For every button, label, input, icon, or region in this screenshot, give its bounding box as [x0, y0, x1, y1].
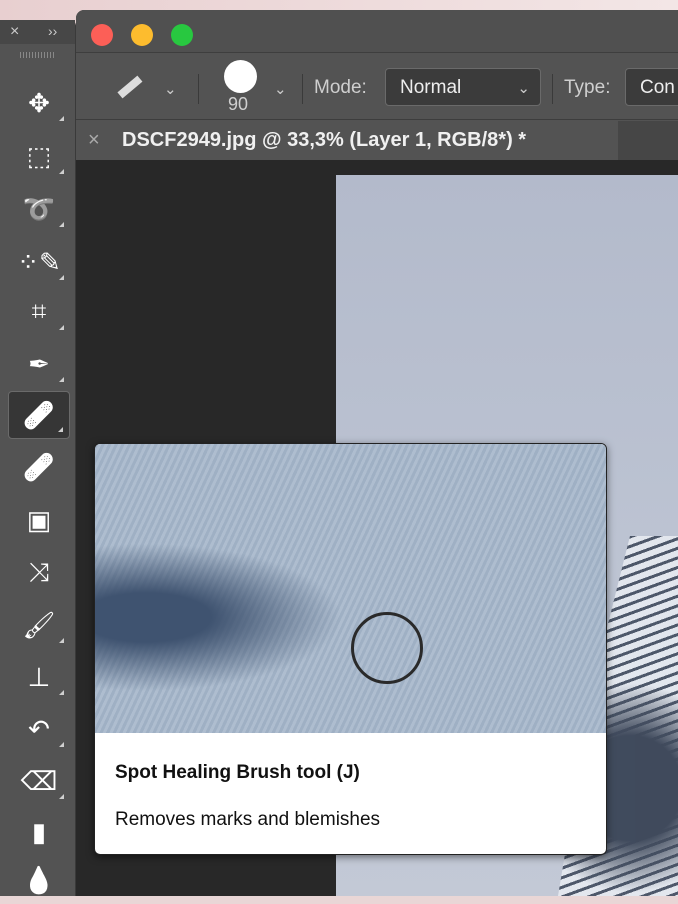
panel-grip[interactable] [20, 52, 56, 58]
lasso-icon: ➰ [22, 193, 56, 224]
brush-size: 90 [228, 94, 249, 114]
document-tab[interactable]: × DSCF2949.jpg @ 33,3% (Layer 1, RGB/8*)… [76, 121, 618, 160]
eyedropper-icon: ✒ [28, 348, 50, 379]
eraser-tool[interactable]: ⌫ [8, 757, 70, 805]
brush-cursor-circle [351, 612, 423, 684]
tooltip-title: Spot Healing Brush tool (J) [115, 762, 360, 783]
healing-brush-tool[interactable]: 🩹 [8, 443, 70, 491]
gradient-icon: ▮ [31, 816, 47, 847]
blur-tool[interactable]: 💧 [8, 856, 70, 904]
content-aware-move-icon: ⤨ [28, 557, 50, 587]
crop-icon: ⌗ [31, 296, 47, 326]
move-tool[interactable]: ✥ [8, 79, 70, 127]
marquee-tool[interactable]: ⬚ [8, 132, 70, 180]
spot-healing-brush-icon: 🩹 [22, 399, 56, 430]
patch-tool[interactable]: ▣ [8, 496, 70, 544]
spot-healing-brush-tool[interactable]: 🩹 [8, 391, 70, 439]
chevron-down-icon: ⌄ [517, 80, 530, 97]
brush-icon: 🖌 [22, 609, 56, 640]
tooltip-preview-image [95, 444, 606, 733]
eyedropper-tool[interactable]: ✒ [8, 340, 70, 388]
blur-icon: 💧 [22, 864, 56, 895]
document-tab-bar: × DSCF2949.jpg @ 33,3% (Layer 1, RGB/8*)… [76, 121, 678, 160]
document-title: DSCF2949.jpg @ 33,3% (Layer 1, RGB/8*) * [122, 129, 527, 151]
eraser-icon: ⌫ [20, 765, 58, 796]
lasso-tool[interactable]: ➰ [8, 185, 70, 233]
type-value: Con [640, 77, 675, 98]
title-bar [76, 10, 678, 53]
clone-stamp-tool[interactable]: ⊥ [8, 653, 70, 701]
type-dropdown[interactable]: Con [625, 68, 678, 106]
brush-tool[interactable]: 🖌 [8, 601, 70, 649]
tooltip: Spot Healing Brush tool (J) Removes mark… [94, 443, 607, 855]
crop-tool[interactable]: ⌗ [8, 288, 70, 336]
close-panel-icon[interactable]: × [10, 23, 19, 40]
mode-value: Normal [400, 77, 462, 98]
brush-preview[interactable] [224, 60, 257, 93]
gradient-tool[interactable]: ▮ [8, 808, 70, 856]
quick-selection-tool[interactable]: ⁘✎ [8, 238, 70, 286]
mode-label: Mode: [314, 77, 367, 98]
close-tab-icon[interactable]: × [88, 129, 100, 152]
zoom-window-button[interactable] [171, 24, 193, 46]
type-label: Type: [564, 77, 611, 98]
history-brush-icon: ↶ [28, 713, 50, 744]
tools-panel-header[interactable]: × ›› [0, 20, 75, 44]
move-icon: ✥ [28, 87, 50, 118]
marquee-icon: ⬚ [26, 140, 52, 171]
mode-dropdown[interactable]: Normal ⌄ [385, 68, 541, 106]
close-window-button[interactable] [91, 24, 113, 46]
options-bar: ▬ ⌄ 90 ⌄ Mode: Normal ⌄ Type: Con [76, 54, 678, 120]
content-aware-move-tool[interactable]: ⤨ [8, 549, 70, 597]
tools-panel: × ›› ✥ ⬚ ➰ ⁘✎ ⌗ ✒ 🩹 🩹 ▣ ⤨ 🖌 ⊥ ↶ ⌫ ▮ 💧 [0, 20, 76, 896]
patch-icon: ▣ [26, 504, 52, 535]
chevron-down-icon[interactable]: ⌄ [164, 80, 177, 98]
minimize-window-button[interactable] [131, 24, 153, 46]
quick-selection-icon: ⁘✎ [17, 246, 61, 277]
expand-panel-icon[interactable]: ›› [48, 23, 57, 39]
chevron-down-icon[interactable]: ⌄ [274, 80, 287, 98]
spot-healing-preset-icon[interactable]: ▬ [107, 63, 147, 103]
tooltip-description: Removes marks and blemishes [115, 809, 381, 830]
healing-brush-icon: 🩹 [22, 451, 56, 482]
clone-stamp-icon: ⊥ [27, 661, 51, 692]
history-brush-tool[interactable]: ↶ [8, 705, 70, 753]
